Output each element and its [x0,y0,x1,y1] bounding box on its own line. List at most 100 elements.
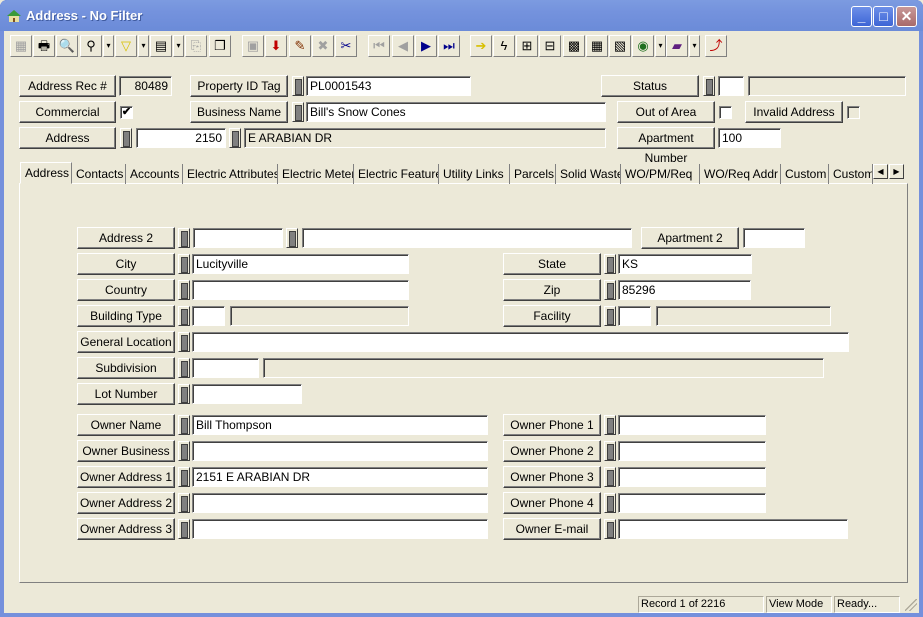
owner-phone2-button[interactable]: Owner Phone 2 [503,440,601,462]
state-field[interactable]: KS [618,254,752,274]
owner-business-lock-icon[interactable] [178,441,190,461]
filter-dropdown-button[interactable]: ▾ [138,35,149,57]
address-number-lock-icon[interactable] [120,128,132,148]
commercial-checkbox[interactable]: ✔ [120,106,133,119]
owner-business-button[interactable]: Owner Business [77,440,175,462]
owner-address3-lock-icon[interactable] [178,519,190,539]
report-button[interactable]: ▤ [150,35,172,57]
property-id-tag-field[interactable]: PL0001543 [306,76,471,96]
facility-code-field[interactable] [618,306,651,326]
business-name-lock-icon[interactable] [292,102,304,122]
address2-number-lock-icon[interactable] [178,228,190,248]
owner-address2-lock-icon[interactable] [178,493,190,513]
status-button[interactable]: Status [601,75,699,97]
tab-accounts[interactable]: Accounts [126,164,183,184]
owner-email-field[interactable] [618,519,848,539]
tab-solid-waste[interactable]: Solid Waste [556,164,621,184]
map-button[interactable]: ▧ [609,35,631,57]
apartment-number-button[interactable]: Apartment Number [617,127,715,165]
owner-address1-field[interactable]: 2151 E ARABIAN DR [192,467,488,487]
out-of-area-checkbox[interactable] [719,106,732,119]
address-street-lock-icon[interactable] [229,128,241,148]
tab-contacts[interactable]: Contacts [72,164,126,184]
address2-number-field[interactable] [193,228,283,248]
tab-custom2[interactable]: Custom2 [829,164,873,184]
new-record-button[interactable]: ▦ [10,35,32,57]
tab-address[interactable]: Address [20,162,72,184]
tab-parcels[interactable]: Parcels [510,164,556,184]
next-record-button[interactable]: ▶ [415,35,437,57]
link-diagram-button[interactable]: ⊟ [539,35,561,57]
subdivision-lock-icon[interactable] [178,358,190,378]
delete-button[interactable]: ✖ [312,35,334,57]
apartment-number-field[interactable]: 100 [718,128,781,148]
subdivision-code-field[interactable] [192,358,259,378]
address-rec-button[interactable]: Address Rec # [19,75,116,97]
commercial-button[interactable]: Commercial [19,101,116,123]
invalid-address-checkbox[interactable] [847,106,860,119]
edit-pencil-button[interactable]: ✎ [289,35,311,57]
apartment2-button[interactable]: Apartment 2 [641,227,739,249]
zip-field[interactable]: 85296 [618,280,751,300]
tab-electric-features[interactable]: Electric Features [354,164,439,184]
tab-utility-links[interactable]: Utility Links [439,164,510,184]
previous-record-button[interactable]: ◀ [392,35,414,57]
owner-name-field[interactable]: Bill Thompson [192,415,488,435]
owner-name-lock-icon[interactable] [178,415,190,435]
owner-phone1-field[interactable] [618,415,766,435]
state-lock-icon[interactable] [604,254,616,274]
invalid-address-button[interactable]: Invalid Address [745,101,843,123]
owner-address1-button[interactable]: Owner Address 1 [77,466,175,488]
owner-phone1-button[interactable]: Owner Phone 1 [503,414,601,436]
equipment-button[interactable]: ▩ [563,35,585,57]
owner-address3-field[interactable] [192,519,488,539]
owner-phone2-lock-icon[interactable] [604,441,616,461]
minimize-button[interactable]: _ [851,6,872,27]
general-location-button[interactable]: General Location [77,331,175,353]
last-record-button[interactable]: ⏭ [438,35,460,57]
status-code-field[interactable] [718,76,744,96]
goto-arrow-button[interactable]: ➔ [470,35,492,57]
export-button[interactable]: ⎘ [185,35,207,57]
country-field[interactable] [192,280,409,300]
country-lock-icon[interactable] [178,280,190,300]
title-bar[interactable]: Address - No Filter _ □ ✕ [0,0,923,31]
owner-phone4-field[interactable] [618,493,766,513]
address2-street-field[interactable] [302,228,632,248]
business-name-field[interactable]: Bill's Snow Cones [306,102,606,122]
globe-dropdown-button[interactable]: ▾ [655,35,666,57]
owner-phone3-button[interactable]: Owner Phone 3 [503,466,601,488]
owner-phone3-field[interactable] [618,467,766,487]
owner-phone2-field[interactable] [618,441,766,461]
apartment2-field[interactable] [743,228,805,248]
book-dropdown-button[interactable]: ▾ [689,35,700,57]
owner-phone4-button[interactable]: Owner Phone 4 [503,492,601,514]
address2-street-lock-icon[interactable] [286,228,298,248]
electric-button[interactable]: ϟ [493,35,515,57]
owner-phone1-lock-icon[interactable] [604,415,616,435]
general-location-field[interactable] [192,332,849,352]
tab-wo-pm-req[interactable]: WO/PM/Req [621,164,700,184]
tab-electric-attributes[interactable]: Electric Attributes [183,164,278,184]
owner-business-field[interactable] [192,441,488,461]
owner-address2-field[interactable] [192,493,488,513]
address-button[interactable]: Address [19,127,116,149]
property-id-tag-button[interactable]: Property ID Tag [190,75,288,97]
close-button[interactable]: ✕ [896,6,917,27]
city-field[interactable]: Lucityville [192,254,409,274]
property-id-lock-icon[interactable] [292,76,304,96]
tab-custom[interactable]: Custom [781,164,829,184]
calculator-button[interactable]: ▦ [586,35,608,57]
building-type-button[interactable]: Building Type [77,305,175,327]
owner-address2-button[interactable]: Owner Address 2 [77,492,175,514]
find-dropdown-button[interactable]: ▾ [103,35,114,57]
address-number-field[interactable]: 2150 [136,128,226,148]
status-lock-icon[interactable] [703,76,715,96]
report-dropdown-button[interactable]: ▾ [173,35,184,57]
facility-lock-icon[interactable] [604,306,616,326]
tab-scroll-right-button[interactable]: ▶ [889,164,904,179]
owner-phone4-lock-icon[interactable] [604,493,616,513]
owner-email-lock-icon[interactable] [604,519,616,539]
tab-scroll-left-button[interactable]: ◀ [873,164,888,179]
exit-button[interactable]: ⤴ [705,35,727,57]
